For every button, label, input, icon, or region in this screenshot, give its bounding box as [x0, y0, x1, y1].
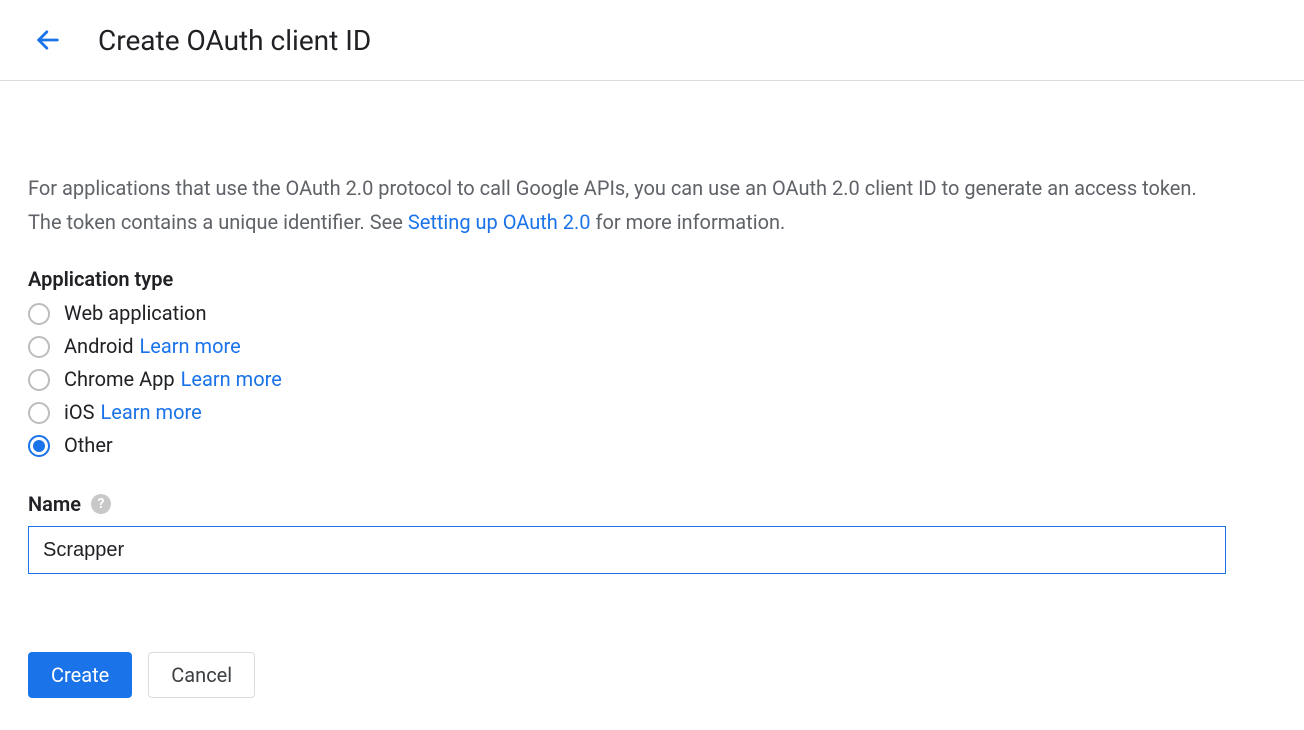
radio-label: Other — [64, 429, 113, 462]
page-title: Create OAuth client ID — [98, 24, 371, 57]
radio-option-web-application[interactable]: Web application — [28, 297, 1232, 330]
cancel-button[interactable]: Cancel — [148, 652, 255, 698]
radio-icon[interactable] — [28, 435, 50, 457]
radio-icon[interactable] — [28, 369, 50, 391]
radio-option-android[interactable]: AndroidLearn more — [28, 330, 1232, 363]
radio-label: Android — [64, 330, 134, 363]
radio-icon[interactable] — [28, 402, 50, 424]
header: Create OAuth client ID — [0, 0, 1304, 81]
help-icon[interactable]: ? — [91, 494, 111, 514]
radio-option-other[interactable]: Other — [28, 429, 1232, 462]
name-label-row: Name ? — [28, 492, 1232, 516]
name-input[interactable] — [28, 526, 1226, 574]
application-type-radios: Web applicationAndroidLearn moreChrome A… — [28, 297, 1232, 462]
intro-trail: for more information. — [591, 210, 786, 234]
radio-label: iOS — [64, 396, 95, 429]
radio-icon[interactable] — [28, 336, 50, 358]
learn-more-link[interactable]: Learn more — [140, 330, 241, 363]
main-content: For applications that use the OAuth 2.0 … — [0, 81, 1260, 730]
learn-more-link[interactable]: Learn more — [181, 363, 282, 396]
application-type-label: Application type — [28, 267, 1232, 291]
radio-label: Web application — [64, 297, 207, 330]
create-button[interactable]: Create — [28, 652, 132, 698]
intro-link[interactable]: Setting up OAuth 2.0 — [408, 210, 591, 234]
radio-label: Chrome App — [64, 363, 175, 396]
radio-option-chrome-app[interactable]: Chrome AppLearn more — [28, 363, 1232, 396]
name-label: Name — [28, 492, 81, 516]
radio-option-ios[interactable]: iOSLearn more — [28, 396, 1232, 429]
learn-more-link[interactable]: Learn more — [101, 396, 202, 429]
back-arrow-icon[interactable] — [28, 20, 68, 60]
button-row: Create Cancel — [28, 652, 1232, 698]
radio-icon[interactable] — [28, 303, 50, 325]
intro-text: For applications that use the OAuth 2.0 … — [28, 171, 1232, 239]
